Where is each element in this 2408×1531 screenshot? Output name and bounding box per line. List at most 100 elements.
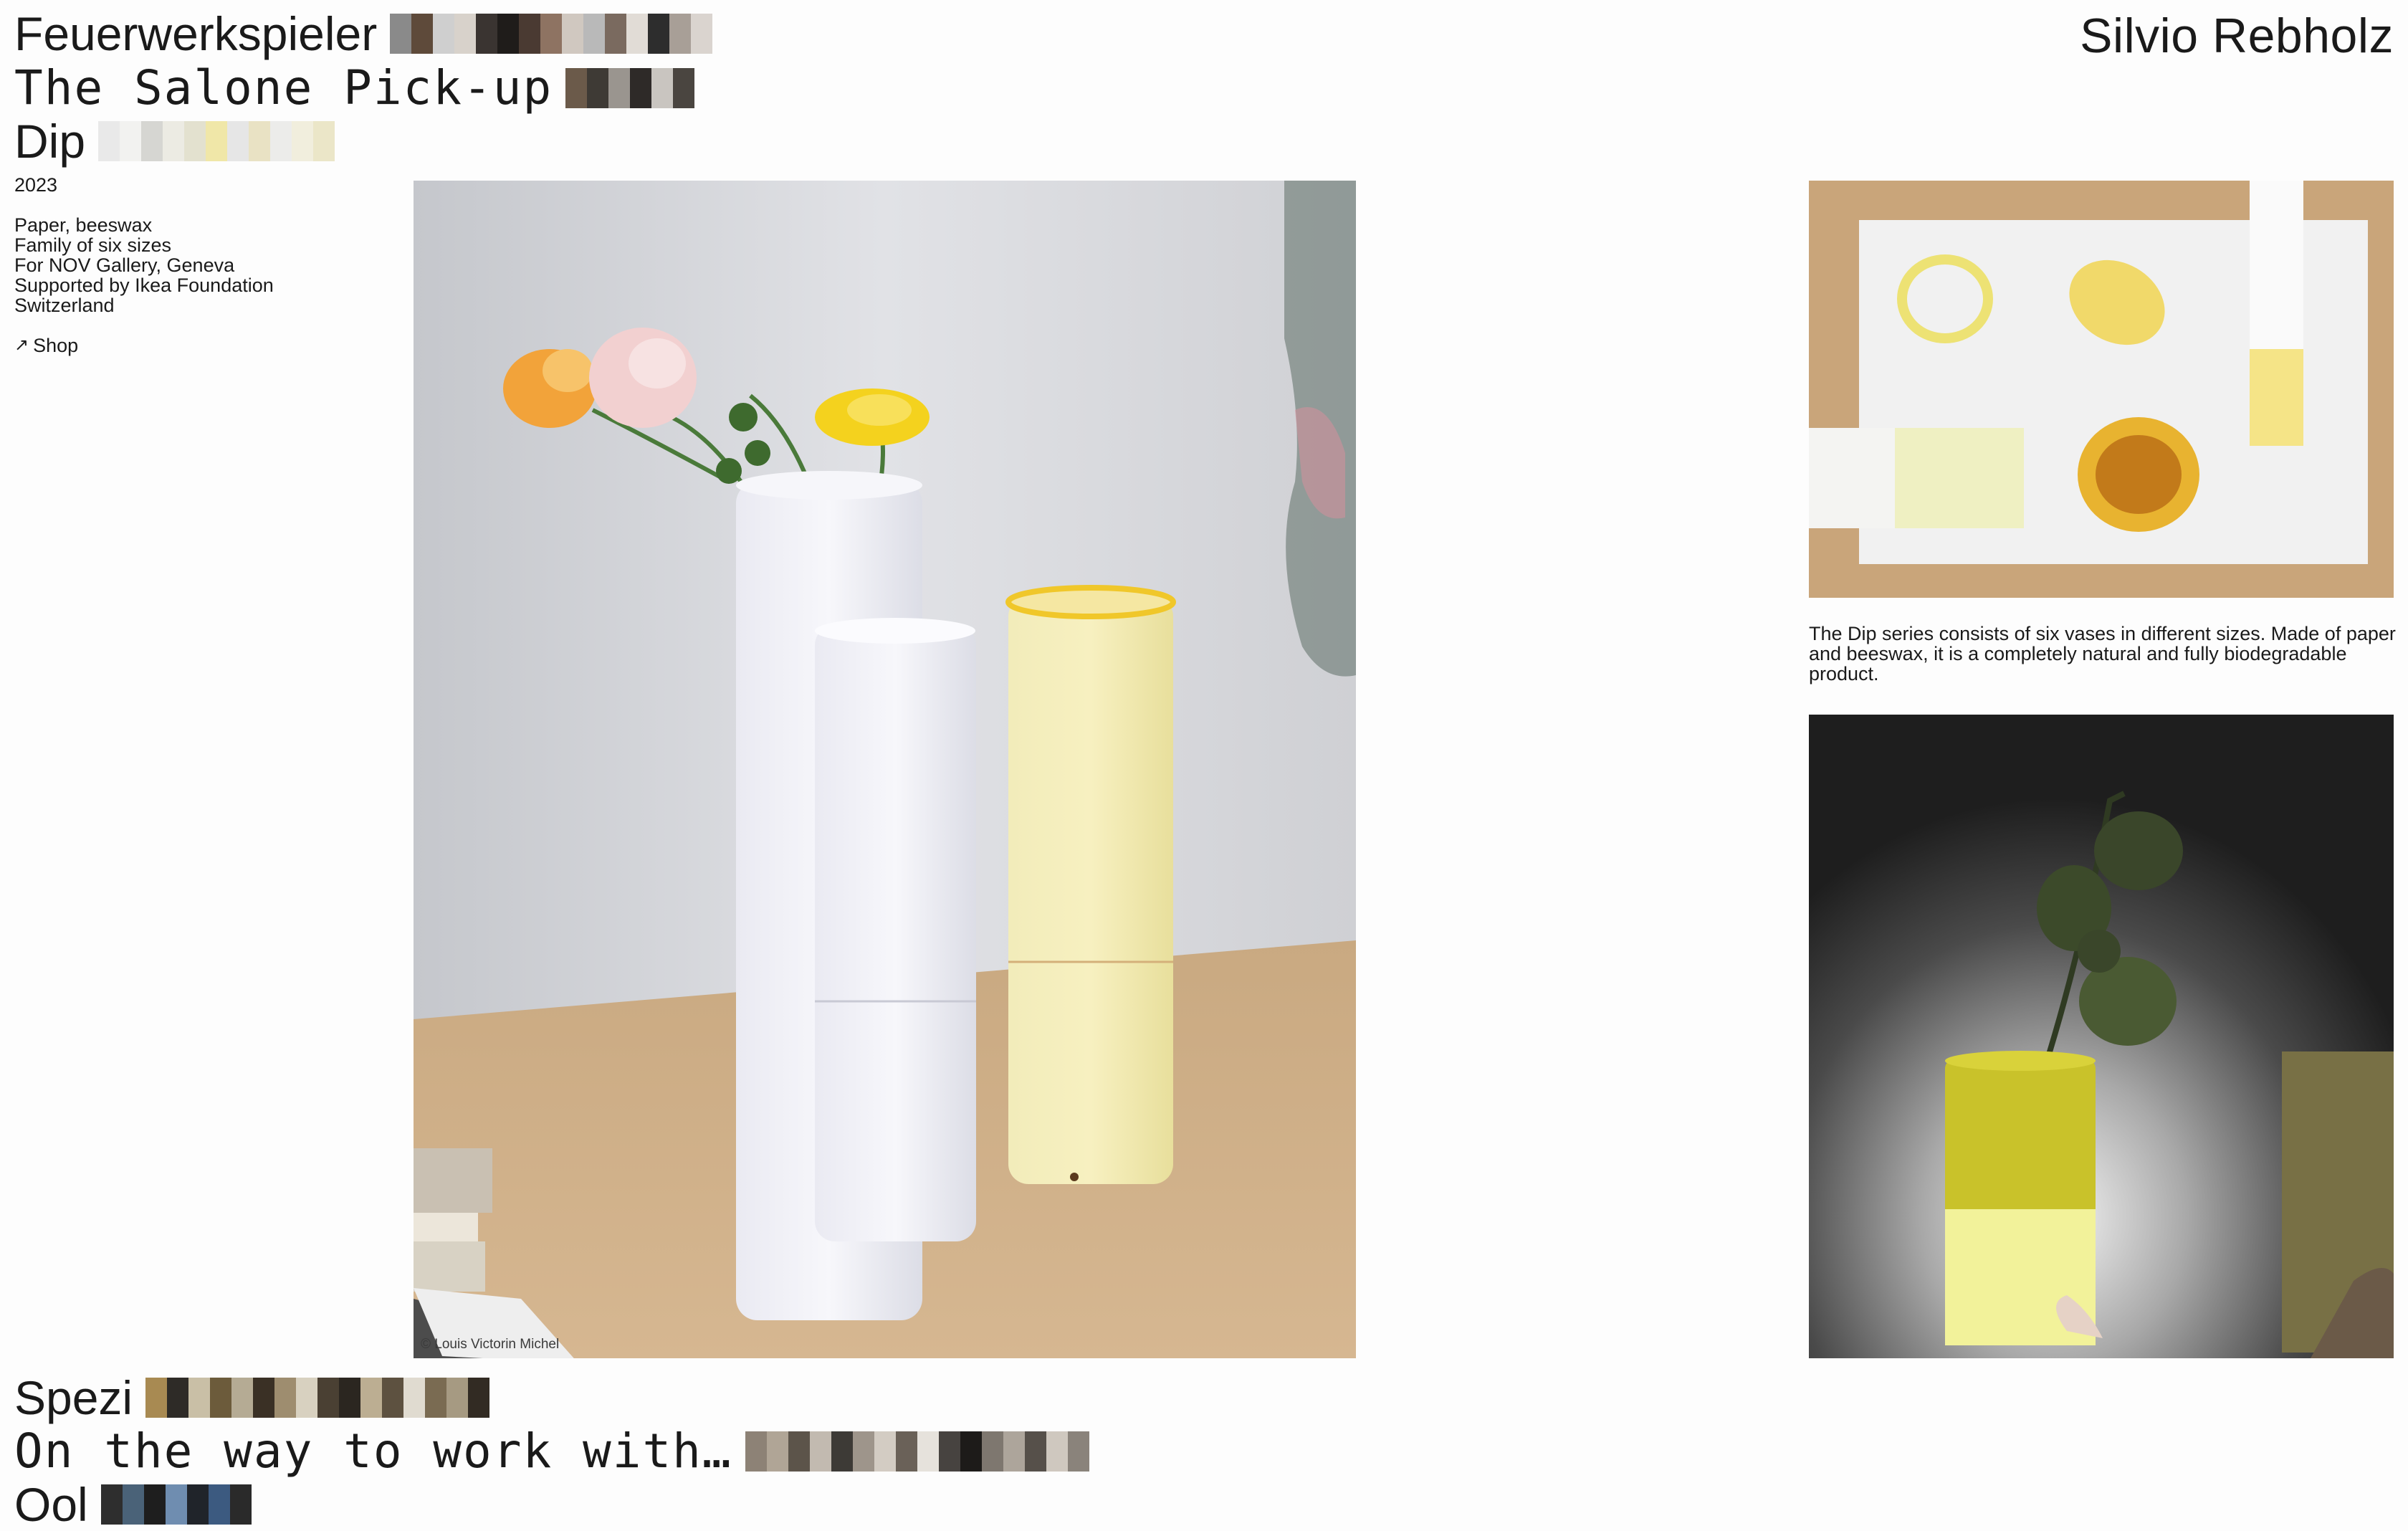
project-thumbnails[interactable] <box>98 121 335 161</box>
project-row-salone-pickup[interactable]: The Salone Pick-up <box>14 62 695 115</box>
spec-line: For NOV Gallery, Geneva <box>14 254 235 276</box>
project-thumbnail[interactable] <box>605 14 627 54</box>
project-thumbnail[interactable] <box>583 14 606 54</box>
project-thumbnail[interactable] <box>167 1378 189 1418</box>
project-title[interactable]: The Salone Pick-up <box>14 62 553 115</box>
project-thumbnail[interactable] <box>229 1484 252 1525</box>
project-thumbnail[interactable] <box>565 68 588 108</box>
project-thumbnail[interactable] <box>317 1378 340 1418</box>
project-thumbnail[interactable] <box>1046 1431 1068 1472</box>
project-thumbnail[interactable] <box>1024 1431 1046 1472</box>
project-thumbnail[interactable] <box>669 14 692 54</box>
project-thumbnail[interactable] <box>766 1431 788 1472</box>
project-thumbnail[interactable] <box>476 14 498 54</box>
project-title[interactable]: On the way to work with… <box>14 1425 732 1478</box>
project-thumbnails[interactable] <box>390 14 713 54</box>
project-thumbnail[interactable] <box>143 1484 166 1525</box>
project-thumbnail[interactable] <box>98 121 120 161</box>
project-thumbnail[interactable] <box>184 121 206 161</box>
project-thumbnail[interactable] <box>296 1378 318 1418</box>
project-thumbnail[interactable] <box>540 14 563 54</box>
lit-vase-photo[interactable] <box>1809 715 2394 1358</box>
project-thumbnail[interactable] <box>454 14 477 54</box>
project-thumbnail[interactable] <box>831 1431 853 1472</box>
project-row-dip[interactable]: Dip <box>14 115 335 168</box>
project-thumbnail[interactable] <box>648 14 670 54</box>
project-thumbnail[interactable] <box>960 1431 982 1472</box>
project-thumbnail[interactable] <box>206 121 228 161</box>
project-thumbnail[interactable] <box>651 68 674 108</box>
project-thumbnail[interactable] <box>809 1431 831 1472</box>
project-thumbnails[interactable] <box>145 1378 490 1418</box>
project-thumbnail[interactable] <box>163 121 185 161</box>
vases-photo-graphic <box>414 181 1356 1358</box>
project-thumbnail[interactable] <box>145 1378 168 1418</box>
project-thumbnail[interactable] <box>1003 1431 1025 1472</box>
project-thumbnail[interactable] <box>788 1431 810 1472</box>
project-thumbnail[interactable] <box>446 1378 469 1418</box>
project-thumbnail[interactable] <box>691 14 713 54</box>
main-project-photo[interactable]: © Louis Victorin Michel <box>414 181 1356 1358</box>
project-thumbnail[interactable] <box>673 68 695 108</box>
project-thumbnail[interactable] <box>270 121 292 161</box>
project-thumbnail[interactable] <box>852 1431 874 1472</box>
project-thumbnails[interactable] <box>100 1484 252 1525</box>
project-thumbnail[interactable] <box>608 68 631 108</box>
project-thumbnail[interactable] <box>562 14 584 54</box>
project-row-ool[interactable]: Ool <box>14 1478 252 1531</box>
project-thumbnails[interactable] <box>745 1431 1089 1472</box>
project-thumbnail[interactable] <box>122 1484 144 1525</box>
project-thumbnail[interactable] <box>587 68 609 108</box>
project-thumbnail[interactable] <box>292 121 314 161</box>
spec-line: Paper, beeswax <box>14 214 153 236</box>
project-title[interactable]: Dip <box>14 115 85 168</box>
project-thumbnail[interactable] <box>938 1431 960 1472</box>
project-thumbnail[interactable] <box>745 1431 767 1472</box>
project-thumbnail[interactable] <box>403 1378 426 1418</box>
process-photo[interactable] <box>1809 181 2394 598</box>
project-thumbnail[interactable] <box>313 121 335 161</box>
project-thumbnail[interactable] <box>626 14 649 54</box>
project-thumbnail[interactable] <box>497 14 520 54</box>
project-thumbnail[interactable] <box>231 1378 254 1418</box>
project-thumbnail[interactable] <box>188 1378 211 1418</box>
project-thumbnail[interactable] <box>120 121 142 161</box>
project-title[interactable]: Feuerwerkspieler <box>14 7 377 60</box>
project-thumbnail[interactable] <box>411 14 434 54</box>
project-thumbnail[interactable] <box>100 1484 123 1525</box>
project-thumbnail[interactable] <box>895 1431 917 1472</box>
shop-link-label[interactable]: Shop <box>33 335 78 356</box>
project-thumbnail[interactable] <box>360 1378 383 1418</box>
project-thumbnail[interactable] <box>227 121 249 161</box>
project-title[interactable]: Spezi <box>14 1371 133 1424</box>
site-brand[interactable]: Silvio Rebholz <box>2080 7 2394 65</box>
project-thumbnail[interactable] <box>433 14 455 54</box>
project-thumbnails[interactable] <box>565 68 695 108</box>
project-thumbnail[interactable] <box>981 1431 1003 1472</box>
project-thumbnail[interactable] <box>425 1378 447 1418</box>
project-thumbnail[interactable] <box>253 1378 275 1418</box>
project-thumbnail[interactable] <box>468 1378 490 1418</box>
project-thumbnail[interactable] <box>210 1378 232 1418</box>
project-thumbnail[interactable] <box>165 1484 187 1525</box>
project-row-feuerwerkspieler[interactable]: Feuerwerkspieler <box>14 7 713 60</box>
project-thumbnail[interactable] <box>917 1431 939 1472</box>
project-thumbnail[interactable] <box>630 68 652 108</box>
project-thumbnail[interactable] <box>1067 1431 1089 1472</box>
project-thumbnail[interactable] <box>390 14 412 54</box>
project-row-on-the-way[interactable]: On the way to work with… <box>14 1425 1089 1478</box>
project-year: 2023 <box>14 174 58 196</box>
project-thumbnail[interactable] <box>382 1378 404 1418</box>
project-row-spezi[interactable]: Spezi <box>14 1371 490 1424</box>
process-photo-graphic <box>1809 181 2394 598</box>
project-thumbnail[interactable] <box>186 1484 209 1525</box>
project-title[interactable]: Ool <box>14 1478 88 1531</box>
project-thumbnail[interactable] <box>339 1378 361 1418</box>
project-thumbnail[interactable] <box>249 121 271 161</box>
project-thumbnail[interactable] <box>519 14 541 54</box>
project-thumbnail[interactable] <box>274 1378 297 1418</box>
project-thumbnail[interactable] <box>208 1484 230 1525</box>
project-thumbnail[interactable] <box>874 1431 896 1472</box>
project-thumbnail[interactable] <box>141 121 163 161</box>
shop-link[interactable]: ↗ Shop <box>14 335 387 356</box>
